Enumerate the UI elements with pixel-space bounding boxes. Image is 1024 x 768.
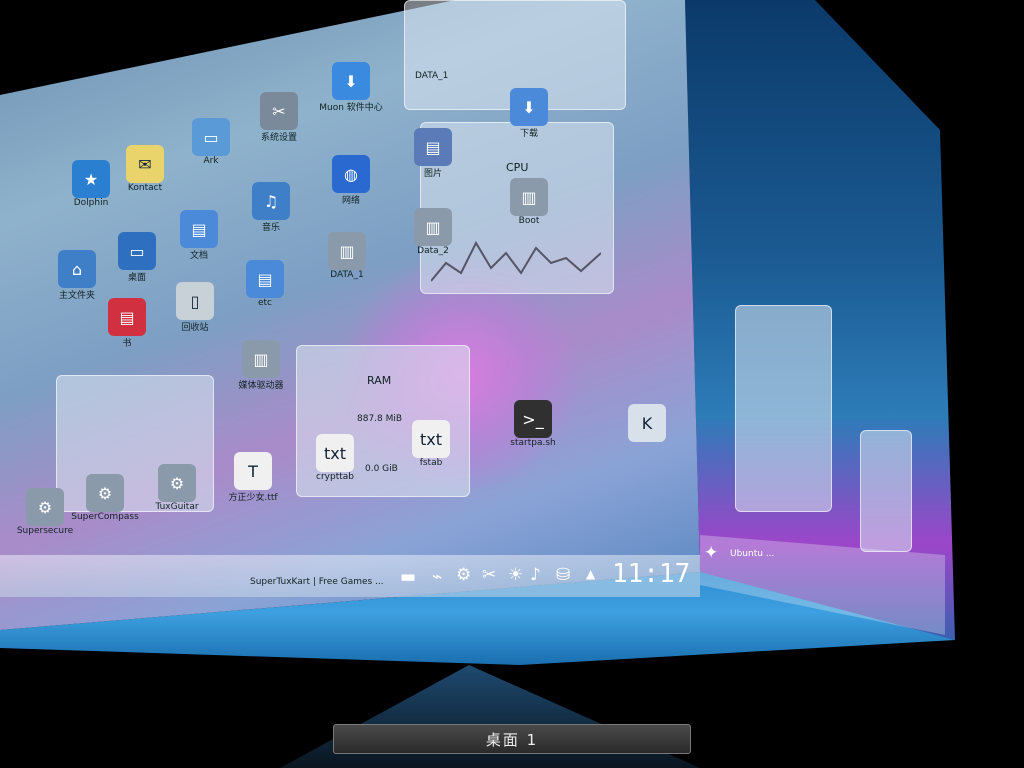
desktop-icon-k-icon[interactable]: K bbox=[612, 404, 682, 442]
k-icon-icon: K bbox=[628, 404, 666, 442]
muon-icon: ⬇ bbox=[332, 62, 370, 100]
archive-icon: ▭ bbox=[192, 118, 230, 156]
scissors-icon[interactable]: ✂ bbox=[482, 565, 496, 585]
konqueror-icon: ★ bbox=[72, 160, 110, 198]
desktop-icon-disk-data2[interactable]: ▥ Data_2 bbox=[398, 208, 468, 256]
side-system-monitor bbox=[735, 305, 832, 512]
desktop-icon-font-file[interactable]: T 方正少女.ttf bbox=[218, 452, 288, 503]
kvm-label: DATA_1 bbox=[415, 71, 449, 81]
battery-icon[interactable]: ⌁ bbox=[432, 567, 442, 587]
desktop-icon-label: 下载 bbox=[519, 129, 538, 139]
desktop-icon-label: fstab bbox=[419, 458, 443, 468]
desktop-icon-label: Muon 软件中心 bbox=[319, 103, 383, 113]
desktop-icon-label: TuxGuitar bbox=[155, 502, 199, 512]
desktop-icon-disk-media[interactable]: ▥ 媒体驱动器 bbox=[226, 340, 296, 391]
desktop-icon-label: Supersecure bbox=[16, 526, 74, 536]
trash-icon: ▯ bbox=[176, 282, 214, 320]
desktop-icon-icon: ▭ bbox=[118, 232, 156, 270]
volume-icon[interactable]: ♪ bbox=[530, 565, 541, 585]
folder-pics-icon: ▤ bbox=[414, 128, 452, 166]
desktop-icon-gear3[interactable]: ⚙ TuxGuitar bbox=[142, 464, 212, 512]
cpu-title: CPU bbox=[506, 161, 529, 174]
desktop-icon-startpa[interactable]: >_ startpa.sh bbox=[498, 400, 568, 448]
desktop-pager-label: 桌面 1 bbox=[333, 724, 691, 754]
gear1-icon: ⚙ bbox=[26, 488, 64, 526]
desktop-icon-label: 音乐 bbox=[261, 223, 280, 233]
desktop-icon-folder-pics[interactable]: ▤ 图片 bbox=[398, 128, 468, 179]
desktop-icon-disk-data1[interactable]: ▥ DATA_1 bbox=[312, 232, 382, 280]
usb-icon[interactable]: ⛁ bbox=[556, 565, 570, 585]
side-widget bbox=[860, 430, 912, 552]
desktop-icon-label: Dolphin bbox=[73, 198, 109, 208]
desktop-icon-red-folder[interactable]: ▤ 书 bbox=[92, 298, 162, 349]
desktop-icon-label: Data_2 bbox=[417, 246, 449, 256]
desktop-icon-globe[interactable]: ◍ 网络 bbox=[316, 155, 386, 206]
desktop-icon-tools[interactable]: ✂ 系统设置 bbox=[244, 92, 314, 143]
desktop-icon-archive[interactable]: ▭ Ark bbox=[176, 118, 246, 166]
ram-title: RAM bbox=[367, 374, 392, 387]
desktop-icon-label: 方正少女.ttf bbox=[228, 493, 278, 503]
disk-boot-icon: ▥ bbox=[510, 178, 548, 216]
gear3-icon: ⚙ bbox=[158, 464, 196, 502]
desktop-icon-label: Ark bbox=[203, 156, 219, 166]
desktop-icon-label: startpa.sh bbox=[510, 438, 556, 448]
startpa-icon: >_ bbox=[514, 400, 552, 438]
font-file-icon: T bbox=[234, 452, 272, 490]
desktop-icon-label: SuperCompass bbox=[71, 512, 139, 522]
desktop-icon-label: 文档 bbox=[189, 251, 208, 261]
desktop-icon-desktop-icon[interactable]: ▭ 桌面 bbox=[102, 232, 172, 283]
folder-home-icon: ⌂ bbox=[58, 250, 96, 288]
desktop-icon-label: crypttab bbox=[316, 472, 354, 482]
desktop-icon-label: 图片 bbox=[423, 169, 442, 179]
desktop-icon-notes[interactable]: ✉ Kontact bbox=[110, 145, 180, 193]
globe-icon: ◍ bbox=[332, 155, 370, 193]
desktop-icon-label: 书 bbox=[122, 339, 132, 349]
front-taskbar: SuperTuxKart | Free Games ... ▬ ⌁ ⚙ ✂ ☀ … bbox=[0, 555, 700, 597]
desktop-icon-gear2[interactable]: ⚙ SuperCompass bbox=[70, 474, 140, 522]
folder-etc-icon: ▤ bbox=[246, 260, 284, 298]
desktop-icon-folder-music[interactable]: ♫ 音乐 bbox=[236, 182, 306, 233]
tools-icon: ✂ bbox=[260, 92, 298, 130]
desktop-icon-label: Kontact bbox=[127, 183, 163, 193]
tray-expand-icon[interactable]: ▲ bbox=[586, 567, 595, 581]
task-supertuxkart[interactable]: SuperTuxKart | Free Games ... bbox=[250, 577, 384, 587]
folder-doc-icon: ▤ bbox=[180, 210, 218, 248]
desktop-icon-trash[interactable]: ▯ 回收站 bbox=[160, 282, 230, 333]
desktop-icon-muon[interactable]: ⬇ Muon 软件中心 bbox=[316, 62, 386, 113]
desktop-icon-txt-crypttab[interactable]: txt crypttab bbox=[300, 434, 370, 482]
desktop-icon-label: etc bbox=[257, 298, 272, 308]
desktop-icon-disk-boot[interactable]: ▥ Boot bbox=[494, 178, 564, 226]
desktop-icon-folder-etc[interactable]: ▤ etc bbox=[230, 260, 300, 308]
desktop-icon-folder-doc[interactable]: ▤ 文档 bbox=[164, 210, 234, 261]
desktop-icon-label: 媒体驱动器 bbox=[238, 381, 284, 391]
kde-menu-icon[interactable]: ✦ bbox=[704, 543, 718, 563]
folder-music-icon: ♫ bbox=[252, 182, 290, 220]
side-task-label[interactable]: Ubuntu ... bbox=[730, 549, 774, 559]
desktop-icon-label: 网络 bbox=[341, 196, 360, 206]
txt-fstab-icon: txt bbox=[412, 420, 450, 458]
txt-crypttab-icon: txt bbox=[316, 434, 354, 472]
disk-data1-icon: ▥ bbox=[328, 232, 366, 270]
desktop-switch-icon[interactable]: ▬ bbox=[400, 567, 416, 587]
desktop-icon-label: 回收站 bbox=[181, 323, 209, 333]
settings-icon[interactable]: ⚙ bbox=[456, 565, 471, 585]
disk-media-icon: ▥ bbox=[242, 340, 280, 378]
desktop-icon-label: 系统设置 bbox=[260, 133, 297, 143]
desktop-icon-label: Boot bbox=[518, 216, 540, 226]
clock[interactable]: 11:17 bbox=[612, 559, 690, 589]
desktop-icon-label: DATA_1 bbox=[330, 270, 364, 280]
desktop-icon-folder-down[interactable]: ⬇ 下载 bbox=[494, 88, 564, 139]
gear2-icon: ⚙ bbox=[86, 474, 124, 512]
notes-icon: ✉ bbox=[126, 145, 164, 183]
red-folder-icon: ▤ bbox=[108, 298, 146, 336]
lightbulb-icon[interactable]: ☀ bbox=[508, 565, 523, 585]
disk-data2-icon: ▥ bbox=[414, 208, 452, 246]
folder-down-icon: ⬇ bbox=[510, 88, 548, 126]
desktop-icon-txt-fstab[interactable]: txt fstab bbox=[396, 420, 466, 468]
